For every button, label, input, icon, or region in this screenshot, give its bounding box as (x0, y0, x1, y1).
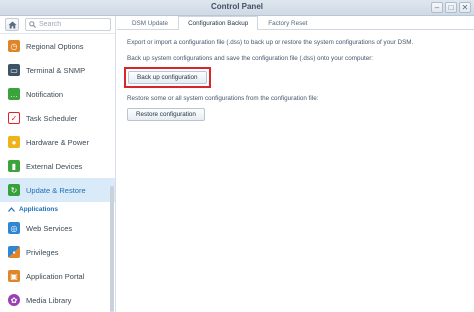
sidebar-item-label: Update & Restore (26, 185, 86, 195)
sidebar-item-label: Hardware & Power (26, 137, 89, 147)
window-controls: – □ ✕ (431, 2, 471, 13)
main-panel: DSM Update Configuration Backup Factory … (117, 16, 474, 312)
sidebar-item-label: Task Scheduler (26, 113, 78, 123)
calendar-icon: ✓ (8, 112, 20, 124)
home-button[interactable] (5, 18, 19, 31)
sidebar-item-label: Regional Options (26, 41, 84, 51)
tab-dsm-update[interactable]: DSM Update (122, 16, 178, 29)
configuration-backup-content: Export or import a configuration file (.… (117, 30, 474, 121)
portal-icon: ▣ (8, 270, 20, 282)
sidebar-item-label: External Devices (26, 161, 83, 171)
sidebar-toolbar (0, 16, 115, 34)
intro-text: Export or import a configuration file (.… (127, 39, 414, 46)
sidebar-item-web-services[interactable]: ◎ Web Services (0, 216, 115, 240)
backup-description: Back up system configurations and save t… (127, 55, 374, 62)
bulb-icon: ● (8, 136, 20, 148)
privileges-icon: ▪ (8, 246, 20, 258)
terminal-icon: ▭ (8, 64, 20, 76)
usb-icon: ▮ (8, 160, 20, 172)
chevron-up-icon (8, 206, 15, 212)
sidebar-item-hardware-power[interactable]: ● Hardware & Power (0, 130, 115, 154)
sidebar-item-label: Notification (26, 89, 64, 99)
restore-description: Restore some or all system configuration… (127, 95, 319, 102)
section-applications[interactable]: Applications (0, 202, 115, 216)
tab-factory-reset[interactable]: Factory Reset (258, 16, 317, 29)
window-title: Control Panel (210, 2, 263, 11)
title-bar[interactable]: Control Panel – □ ✕ (0, 0, 474, 16)
highlight-box: Back up configuration (124, 67, 211, 88)
sidebar: ◷ Regional Options ▭ Terminal & SNMP … N… (0, 16, 116, 312)
tab-bar: DSM Update Configuration Backup Factory … (117, 16, 474, 30)
refresh-icon: ↻ (8, 184, 20, 196)
backup-configuration-button[interactable]: Back up configuration (128, 71, 207, 84)
minimize-icon[interactable]: – (431, 2, 443, 13)
maximize-icon[interactable]: □ (445, 2, 457, 13)
media-icon: ✿ (8, 294, 20, 306)
sidebar-item-application-portal[interactable]: ▣ Application Portal (0, 264, 115, 288)
search-box[interactable] (25, 18, 111, 31)
sidebar-list: ◷ Regional Options ▭ Terminal & SNMP … N… (0, 34, 115, 312)
sidebar-scrollbar[interactable] (110, 186, 114, 312)
sidebar-item-label: Media Library (26, 295, 72, 305)
globe-icon: ◷ (8, 40, 20, 52)
sidebar-item-label: Web Services (26, 223, 73, 233)
section-label: Applications (19, 205, 59, 213)
sidebar-item-media-library[interactable]: ✿ Media Library (0, 288, 115, 312)
chat-icon: … (8, 88, 20, 100)
sidebar-item-label: Application Portal (26, 271, 85, 281)
tab-configuration-backup[interactable]: Configuration Backup (178, 16, 259, 30)
web-icon: ◎ (8, 222, 20, 234)
sidebar-item-update-restore[interactable]: ↻ Update & Restore (0, 178, 115, 202)
home-icon (8, 21, 16, 28)
search-input[interactable] (39, 21, 107, 28)
sidebar-item-privileges[interactable]: ▪ Privileges (0, 240, 115, 264)
close-icon[interactable]: ✕ (459, 2, 471, 13)
sidebar-item-task-scheduler[interactable]: ✓ Task Scheduler (0, 106, 115, 130)
sidebar-item-external-devices[interactable]: ▮ External Devices (0, 154, 115, 178)
restore-configuration-button[interactable]: Restore configuration (127, 108, 205, 121)
sidebar-item-label: Terminal & SNMP (26, 65, 86, 75)
sidebar-item-notification[interactable]: … Notification (0, 82, 115, 106)
sidebar-item-terminal-snmp[interactable]: ▭ Terminal & SNMP (0, 58, 115, 82)
sidebar-item-label: Privileges (26, 247, 59, 257)
sidebar-item-regional-options[interactable]: ◷ Regional Options (0, 34, 115, 58)
search-icon (29, 21, 36, 28)
